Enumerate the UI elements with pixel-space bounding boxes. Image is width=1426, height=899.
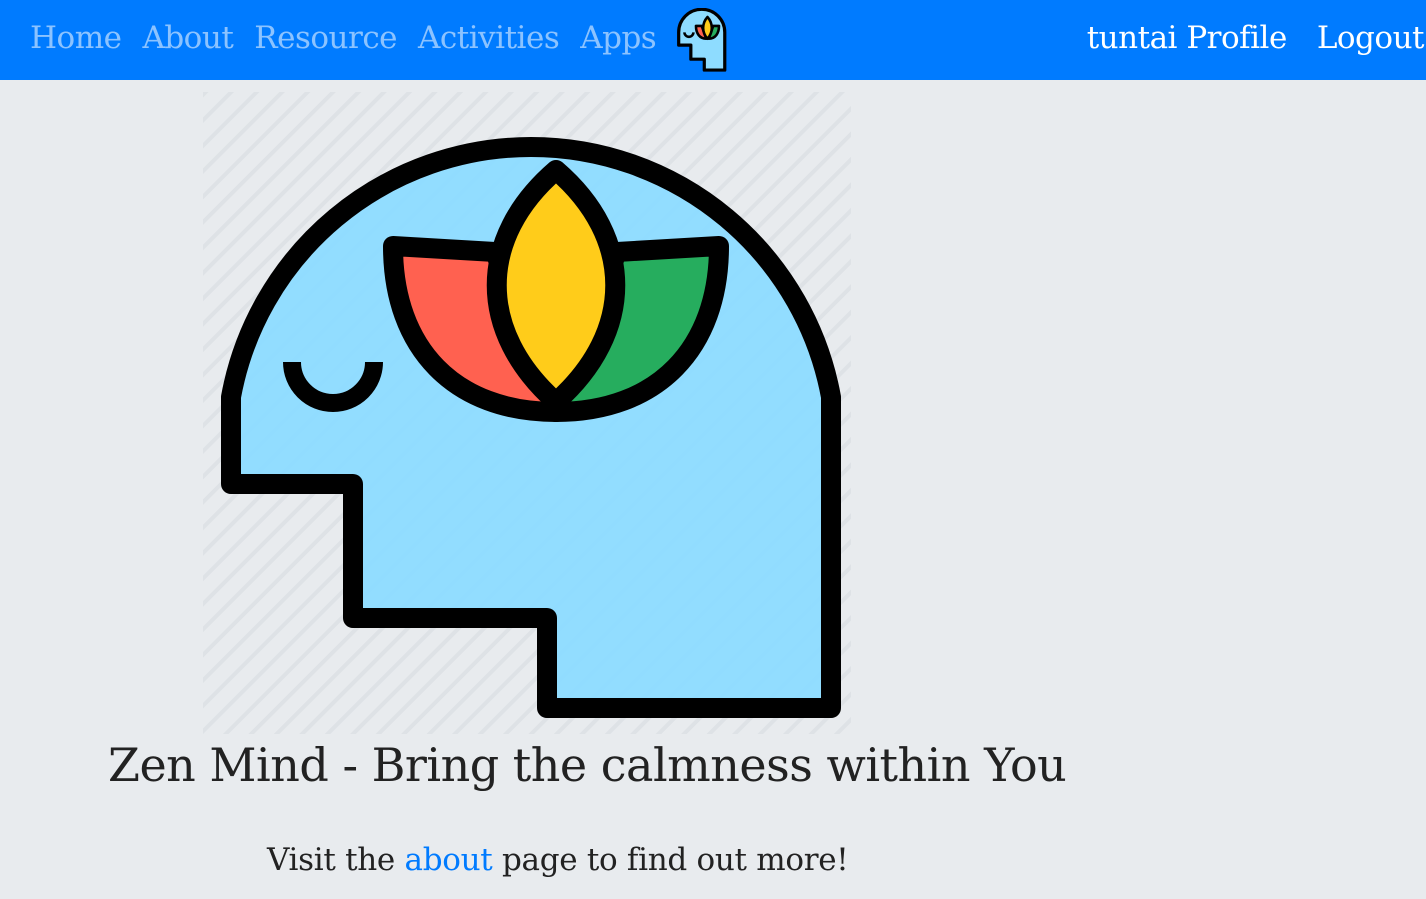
zen-head-icon[interactable] <box>671 8 735 72</box>
hero-title: Zen Mind - Bring the calmness within You <box>108 738 1067 792</box>
top-navbar: Home About Resource Activities Apps tunt… <box>0 0 1426 80</box>
nav-about-link[interactable]: About <box>142 20 233 56</box>
nav-left-group: Home About Resource Activities Apps <box>30 0 735 76</box>
nav-activities-link[interactable]: Activities <box>418 20 560 56</box>
hero-text-before: Visit the <box>267 842 405 878</box>
hero-text-after: page to find out more! <box>492 842 849 878</box>
nav-apps-link[interactable]: Apps <box>580 20 656 56</box>
nav-resource-link[interactable]: Resource <box>254 20 397 56</box>
hero-description: Visit the about page to find out more! <box>267 842 849 878</box>
nav-profile-link[interactable]: tuntai Profile <box>1087 20 1288 56</box>
nav-home-link[interactable]: Home <box>30 20 122 56</box>
nav-right-group: tuntai Profile Logout <box>1057 0 1425 76</box>
zen-head-lotus-icon <box>203 92 851 734</box>
nav-logout-link[interactable]: Logout <box>1317 20 1425 56</box>
about-link[interactable]: about <box>405 842 493 878</box>
